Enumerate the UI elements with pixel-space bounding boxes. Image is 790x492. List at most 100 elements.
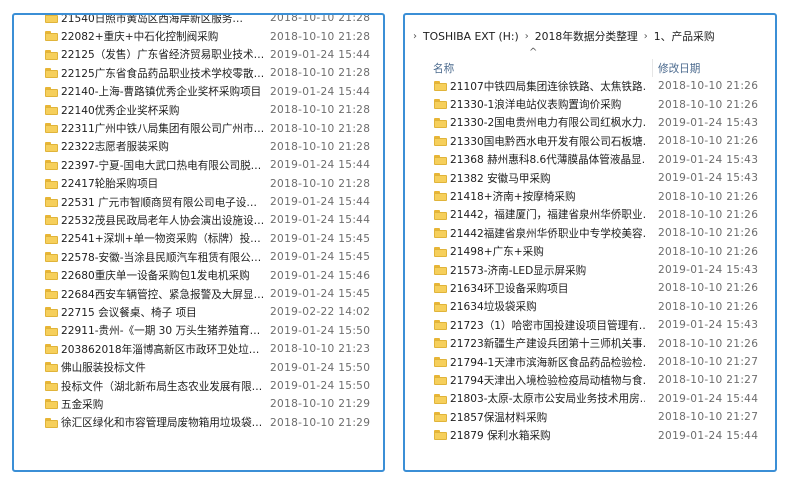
list-item[interactable]: 22541+深圳+单一物资采购（标牌）投… 2019-01-24 15:45 [14,230,383,248]
folder-icon [45,68,58,79]
list-item[interactable]: 22397-宁夏-国电大武口热电有限公司脱… 2019-01-24 15:44 [14,156,383,174]
list-item[interactable]: 21723（1）哈密市国投建设项目管理有… 2019-01-24 15:43 [405,316,775,334]
list-item[interactable]: 22140优秀企业奖杯采购 2018-10-10 21:28 [14,101,383,119]
list-item[interactable]: 21634垃圾袋采购 2018-10-10 21:26 [405,298,775,316]
folder-icon [434,228,447,239]
list-item[interactable]: 21498+广东+采购 2018-10-10 21:26 [405,243,775,261]
column-header-name[interactable]: 名称 [433,61,454,76]
modified-date: 2019-01-24 15:43 [658,153,759,166]
modified-date: 2018-10-10 21:27 [658,356,759,369]
list-item[interactable]: 21857保温材料采购 2018-10-10 21:27 [405,408,775,426]
chevron-right-icon[interactable]: › [413,31,417,42]
modified-date: 2019-01-24 15:45 [270,251,371,264]
folder-name: 22684西安车辆管控、紧急报警及大屏显… [61,288,265,301]
list-item[interactable]: 21107中铁四局集团连徐铁路、太焦铁路… 2018-10-10 21:26 [405,77,775,95]
folder-icon [434,99,447,110]
folder-name: 21382 安徽马甲采购 [450,172,551,185]
list-item[interactable]: 21442福建省泉州华侨职业中专学校美容… 2018-10-10 21:26 [405,224,775,242]
modified-date: 2018-10-10 21:26 [658,208,759,221]
list-item[interactable]: 21634环卫设备采购项目 2018-10-10 21:26 [405,279,775,297]
list-item[interactable]: 22532茂县民政局老年人协会演出设施设… 2019-01-24 15:44 [14,211,383,229]
list-item[interactable]: 21418+济南+按摩椅采购 2018-10-10 21:26 [405,187,775,205]
list-item[interactable]: 22322志愿者服装采购 2018-10-10 21:28 [14,138,383,156]
list-item[interactable]: 22125（发售）广东省经济贸易职业技术… 2019-01-24 15:44 [14,46,383,64]
folder-name: 22311广州中铁八局集团有限公司广州市… [61,123,265,136]
list-item[interactable]: 203862018年淄博高新区市政环卫处垃… 2018-10-10 21:23 [14,340,383,358]
folder-icon [45,196,58,207]
folder-name: 22715 会议餐桌、椅子 项目 [61,306,197,319]
list-item[interactable]: 徐汇区绿化和市容管理局废物箱用垃圾袋… 2018-10-10 21:29 [14,414,383,432]
list-item[interactable]: 22417轮胎采购项目 2018-10-10 21:28 [14,175,383,193]
modified-date: 2018-10-10 21:26 [658,282,759,295]
list-item[interactable]: 22140-上海-曹路镇优秀企业奖杯采购项目 2019-01-24 15:44 [14,83,383,101]
folder-icon [45,86,58,97]
modified-date: 2018-10-10 21:28 [270,177,371,190]
modified-date: 2018-10-10 21:23 [270,343,371,356]
modified-date: 2018-10-10 21:27 [658,374,759,387]
folder-name: 21879 保利水箱采购 [450,430,551,443]
list-item[interactable]: 21330-1浪洋电站仪表购置询价采购 2018-10-10 21:26 [405,95,775,113]
list-item[interactable]: 22578-安徽-当涂县民顺汽车租赁有限公… 2019-01-24 15:45 [14,248,383,266]
folder-icon [434,81,447,91]
list-item[interactable]: 22911-贵州-《一期 30 万头生猪养殖育… 2019-01-24 15:50 [14,322,383,340]
folder-name: 投标文件（湖北新布局生态农业发展有限… [61,380,263,393]
column-header-date[interactable]: 修改日期 [658,61,700,76]
modified-date: 2019-01-24 15:50 [270,324,371,337]
list-item[interactable]: 22531 广元市智顺商贸有限公司电子设… 2019-01-24 15:44 [14,193,383,211]
list-item[interactable]: 佛山服装投标文件 2019-01-24 15:50 [14,358,383,376]
address-bar[interactable]: › TOSHIBA EXT (H:) › 2018年数据分类整理 › 1、产品采… [405,25,775,47]
list-item[interactable]: 22684西安车辆管控、紧急报警及大屏显… 2019-01-24 15:45 [14,285,383,303]
folder-name: 22578-安徽-当涂县民顺汽车租赁有限公… [61,251,262,264]
folder-name: 徐汇区绿化和市容管理局废物箱用垃圾袋… [61,417,263,430]
modified-date: 2019-01-24 15:44 [270,48,371,61]
folder-name: 佛山服装投标文件 [61,362,146,375]
breadcrumb-folder[interactable]: 2018年数据分类整理 [535,28,638,44]
folder-icon [434,375,447,386]
modified-date: 2018-10-10 21:28 [270,122,371,135]
list-item[interactable]: 21794天津出入境检验检疫局动植物与食… 2018-10-10 21:27 [405,371,775,389]
folder-icon [45,362,58,373]
folder-name: 22541+深圳+单一物资采购（标牌）投… [61,233,261,246]
folder-name: 21330国电黔西水电开发有限公司石板塘… [450,135,645,148]
breadcrumb-drive[interactable]: TOSHIBA EXT (H:) [423,30,519,43]
list-item[interactable]: 21879 保利水箱采购 2019-01-24 15:44 [405,426,775,444]
list-item[interactable]: 22125广东省食品药品职业技术学校零散… 2018-10-10 21:28 [14,64,383,82]
list-item[interactable]: 五金采购 2018-10-10 21:29 [14,395,383,413]
column-divider[interactable] [652,59,653,77]
list-item[interactable]: 21723新疆生产建设兵团第十三师机关事… 2018-10-10 21:26 [405,334,775,352]
list-item[interactable]: 22082+重庆+中石化控制阀采购 2018-10-10 21:28 [14,27,383,45]
folder-icon [45,15,58,23]
folder-name: 21442福建省泉州华侨职业中专学校美容… [450,227,645,240]
list-item[interactable]: 21330-2国电贵州电力有限公司红枫水力… 2019-01-24 15:43 [405,114,775,132]
folder-name: 22397-宁夏-国电大武口热电有限公司脱… [61,159,262,172]
folder-icon [45,123,58,134]
folder-name: 22140优秀企业奖杯采购 [61,104,180,117]
folder-icon [434,338,447,349]
modified-date: 2019-01-24 15:43 [658,116,759,129]
list-item[interactable]: 22311广州中铁八局集团有限公司广州市… 2018-10-10 21:28 [14,119,383,137]
list-item[interactable]: 22680重庆单一设备采购包1发电机采购 2019-01-24 15:46 [14,266,383,284]
sort-ascending-icon: ^ [529,47,538,58]
list-item[interactable]: 21330国电黔西水电开发有限公司石板塘… 2018-10-10 21:26 [405,132,775,150]
right-file-list: 21107中铁四局集团连徐铁路、太焦铁路… 2018-10-10 21:26 213… [405,77,775,445]
list-item[interactable]: 21442，福建厦门，福建省泉州华侨职业… 2018-10-10 21:26 [405,206,775,224]
modified-date: 2018-10-10 21:26 [658,337,759,350]
list-item[interactable]: 22715 会议餐桌、椅子 项目 2019-02-22 14:02 [14,303,383,321]
folder-name: 22125广东省食品药品职业技术学校零散… [61,67,265,80]
modified-date: 2018-10-10 21:28 [270,104,371,117]
list-item[interactable]: 21803-太原-太原市公安局业务技术用房… 2019-01-24 15:44 [405,390,775,408]
modified-date: 2019-01-24 15:50 [270,361,371,374]
list-item[interactable]: 21368 赫州惠科8.6代薄膜晶体管液晶显… 2019-01-24 15:43 [405,151,775,169]
folder-name: 21418+济南+按摩椅采购 [450,191,576,204]
folder-name: 21498+广东+采购 [450,246,544,259]
list-item[interactable]: 21573-济南-LED显示屏采购 2019-01-24 15:43 [405,261,775,279]
folder-icon [45,399,58,410]
list-item[interactable]: 21382 安徽马甲采购 2019-01-24 15:43 [405,169,775,187]
breadcrumb-current[interactable]: 1、产品采购 [654,28,715,44]
chevron-right-icon[interactable]: › [644,31,648,42]
modified-date: 2018-10-10 21:26 [658,80,759,93]
chevron-right-icon[interactable]: › [525,31,529,42]
list-item[interactable]: 投标文件（湖北新布局生态农业发展有限… 2019-01-24 15:50 [14,377,383,395]
list-item[interactable]: 21540日照市黄岛区西海岸新区服务… 2018-10-10 21:28 [14,15,383,27]
list-item[interactable]: 21794-1天津市滨海新区食品药品检验检… 2018-10-10 21:27 [405,353,775,371]
